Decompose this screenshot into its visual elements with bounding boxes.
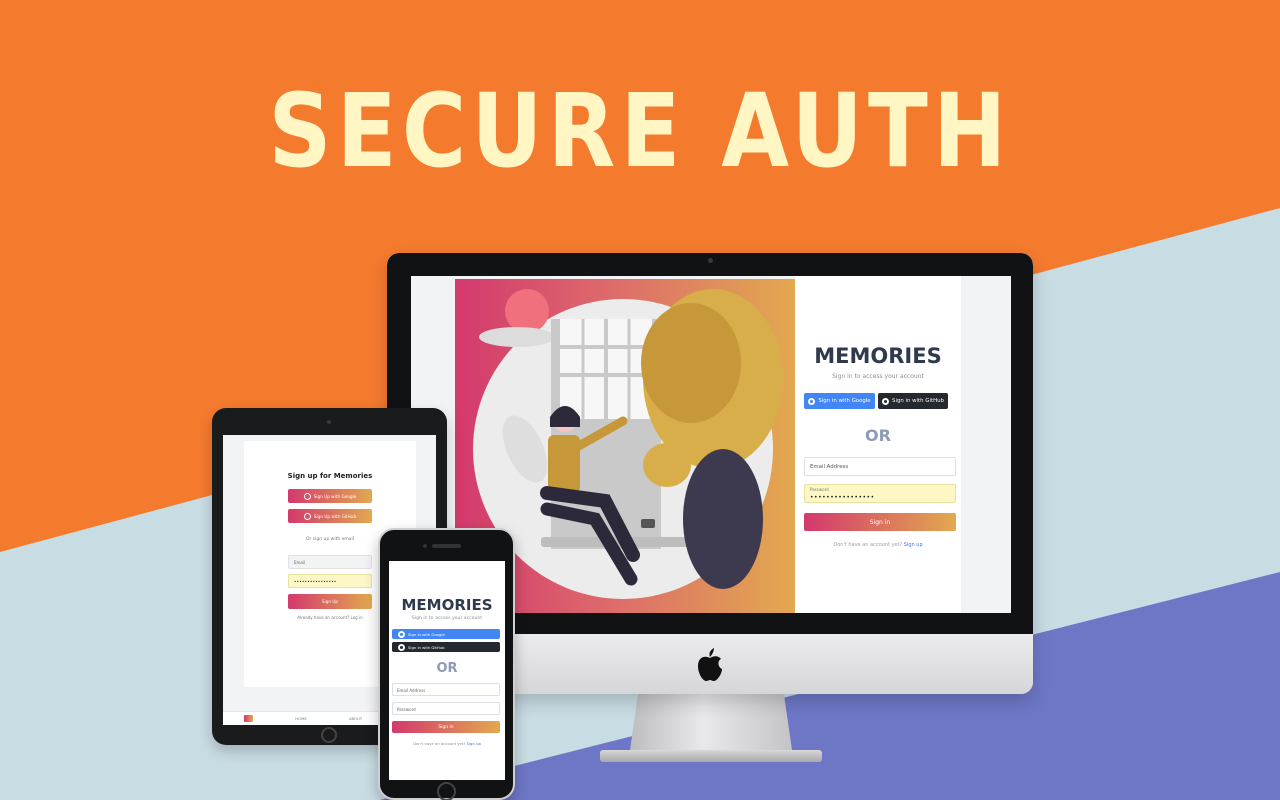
signup-title: Sign up for Memories xyxy=(287,472,373,480)
camera-icon xyxy=(708,258,713,263)
github-icon xyxy=(398,643,405,651)
github-icon xyxy=(882,397,890,405)
password-input[interactable]: Password xyxy=(392,702,500,715)
desktop-login-panel: MEMORIES Sign in to access your account … xyxy=(795,276,961,613)
signup-prompt-text: Don't have an account yet? xyxy=(833,542,903,548)
camera-icon xyxy=(327,420,331,424)
password-input[interactable]: Password •••••••••••••••• xyxy=(804,484,956,503)
github-signup-label: Sign Up with GitHub xyxy=(313,513,357,519)
email-input[interactable]: Email xyxy=(288,555,372,569)
phone-screen: MEMORIES Sign in to access your account … xyxy=(389,561,505,780)
email-input[interactable]: Email Address xyxy=(392,683,500,696)
speaker-grille xyxy=(432,544,461,548)
or-divider: OR xyxy=(865,426,891,445)
brand-logo-icon xyxy=(244,715,254,722)
iphone: MEMORIES Sign in to access your account … xyxy=(378,528,515,800)
github-signin-button[interactable]: Sign in with GitHub xyxy=(878,393,948,409)
home-button xyxy=(321,727,337,743)
signup-prompt: Don't have an account yet? Sign up xyxy=(795,542,961,548)
google-signin-button[interactable]: Sign in with Google xyxy=(392,629,500,639)
google-icon xyxy=(303,492,311,500)
app-title: MEMORIES xyxy=(814,344,942,368)
github-signin-button[interactable]: Sign in with GitHub xyxy=(392,642,500,652)
nav-about[interactable]: ABOUT xyxy=(349,716,362,721)
camera-icon xyxy=(423,544,427,548)
imac-foot xyxy=(600,750,822,762)
signup-prompt-text: Don't have an account yet? xyxy=(413,741,466,746)
app-title: MEMORIES xyxy=(401,596,493,614)
password-value: •••••••••••••••• xyxy=(810,494,875,501)
apple-icon xyxy=(698,648,722,681)
google-icon xyxy=(398,630,405,638)
github-icon xyxy=(303,512,311,520)
headline: SECURE AUTH xyxy=(268,72,1012,191)
app-subtitle: Sign in to access your account xyxy=(411,616,483,621)
or-divider: OR xyxy=(436,661,458,676)
signin-button[interactable]: Sign in xyxy=(392,721,500,733)
app-subtitle: Sign in to access your account xyxy=(832,373,924,380)
email-placeholder: Email Address xyxy=(810,464,849,470)
signin-button[interactable]: Sign in xyxy=(804,513,956,531)
email-input[interactable]: Email Address xyxy=(804,457,956,476)
signup-link[interactable]: Sign up xyxy=(467,741,481,746)
google-signin-button[interactable]: Sign in with Google xyxy=(804,393,875,409)
google-signup-label: Sign Up with Google xyxy=(313,493,357,499)
google-icon xyxy=(808,397,816,405)
google-signup-button[interactable]: Sign Up with Google xyxy=(288,489,372,503)
google-signin-label: Sign in with Google xyxy=(408,631,445,637)
imac-stand xyxy=(630,694,792,750)
github-signin-label: Sign in with GitHub xyxy=(408,644,445,650)
password-label: Password xyxy=(810,487,829,492)
home-button xyxy=(437,782,456,800)
signup-link[interactable]: Sign up xyxy=(904,542,923,548)
nav-home[interactable]: HOME xyxy=(295,716,307,721)
signup-button[interactable]: Sign Up xyxy=(288,594,372,609)
github-signin-label: Sign in with GitHub xyxy=(892,398,944,404)
google-signin-label: Sign in with Google xyxy=(818,398,871,404)
password-input[interactable]: •••••••••••••••• xyxy=(288,574,372,588)
github-signup-button[interactable]: Sign Up with GitHub xyxy=(288,509,372,523)
signup-prompt: Don't have an account yet? Sign up xyxy=(389,741,505,746)
